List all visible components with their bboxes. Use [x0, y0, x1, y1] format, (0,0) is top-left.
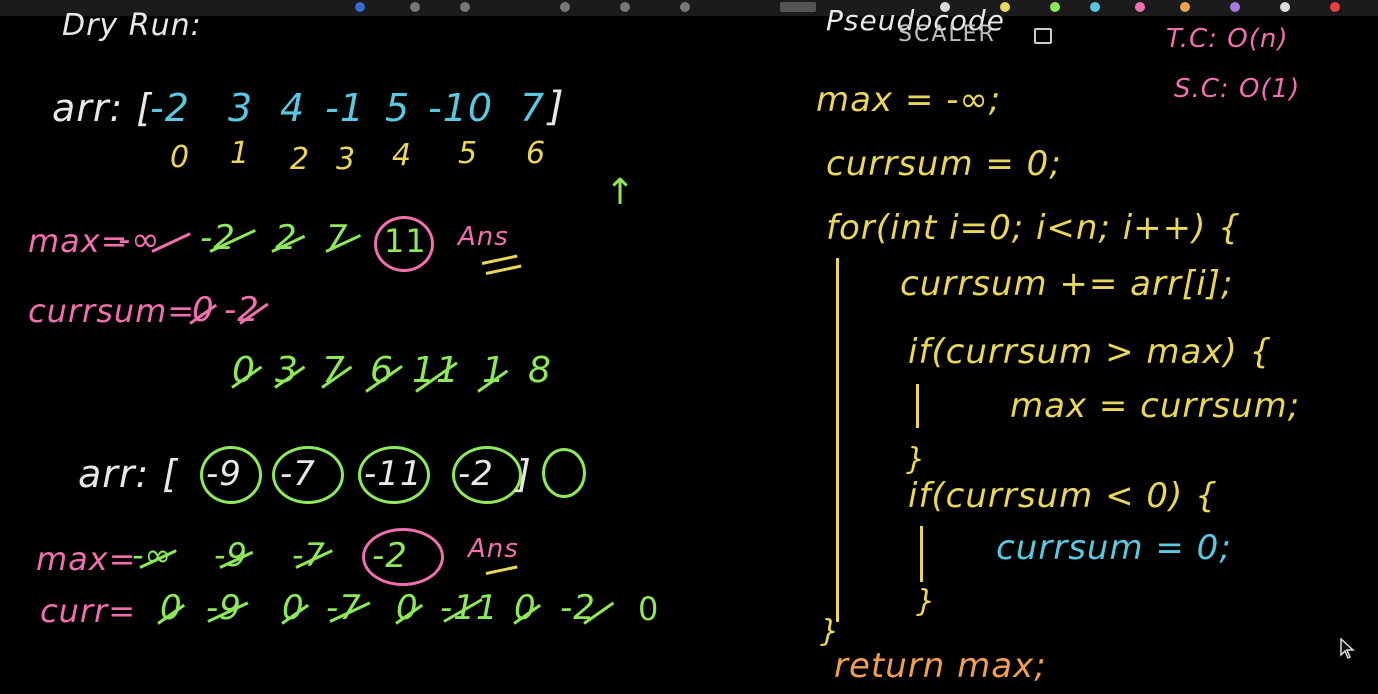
color-swatch-blue[interactable]	[1090, 2, 1100, 12]
arr2-value: -2	[458, 454, 494, 494]
max2-trace: -2	[372, 536, 408, 576]
toolbar-icon[interactable]	[560, 2, 570, 12]
color-swatch-purple[interactable]	[1230, 2, 1240, 12]
arr2-value: -11	[364, 454, 423, 494]
color-swatch-white2[interactable]	[1280, 2, 1290, 12]
code-line-5: if(currsum > max) {	[908, 332, 1273, 372]
arr1-value: -10	[428, 86, 494, 130]
currsum-row2: 8	[528, 350, 552, 391]
answer-label: Ans	[458, 222, 509, 252]
code-line-11: }	[820, 614, 841, 649]
max-trace: -2	[200, 218, 236, 258]
up-arrow-icon: ↑	[605, 172, 637, 213]
code-line-10: }	[916, 584, 937, 619]
watermark: SCALER	[898, 22, 996, 47]
max-trace: 11	[384, 222, 427, 260]
code-line-6: max = currsum;	[1010, 386, 1301, 426]
top-toolbar	[0, 0, 1378, 16]
toolbar-icon[interactable]	[620, 2, 630, 12]
index: 4	[392, 138, 413, 173]
arr1-value: 7	[520, 86, 546, 130]
mouse-cursor-icon	[1340, 638, 1355, 660]
if-block-line	[916, 384, 919, 428]
index: 3	[336, 142, 357, 177]
index: 1	[230, 136, 251, 171]
color-swatch-orange[interactable]	[1180, 2, 1190, 12]
max-trace: -∞	[118, 220, 161, 260]
arr1-value: -1	[325, 86, 365, 130]
arr1-value: 4	[280, 86, 306, 130]
color-swatch-pink[interactable]	[1135, 2, 1145, 12]
arr1-value: 5	[385, 86, 411, 130]
code-line-9: currsum = 0;	[996, 528, 1232, 568]
arr2-close: ]	[516, 452, 532, 496]
index: 2	[290, 142, 311, 177]
arr2-value: -9	[206, 454, 242, 494]
toolbar-icon[interactable]	[355, 2, 365, 12]
max2-label: max=	[36, 540, 137, 578]
max-trace: 2	[275, 218, 298, 258]
arr1-close: ]	[548, 84, 565, 130]
arr1-label: arr: [	[52, 86, 153, 130]
currsum-row2: 11	[412, 350, 460, 391]
index: 6	[526, 136, 547, 171]
toolbar-icon[interactable]	[460, 2, 470, 12]
code-line-3: for(int i=0; i<n; i++) {	[826, 208, 1241, 248]
code-line-4: currsum += arr[i];	[900, 264, 1234, 304]
space-complexity: S.C: O(1)	[1174, 74, 1301, 104]
toolbar-icon[interactable]	[780, 2, 816, 12]
code-line-2: currsum = 0;	[826, 144, 1062, 184]
code-line-12: return max;	[834, 646, 1047, 686]
curr2-trace: 0	[638, 590, 660, 628]
color-swatch-green[interactable]	[1050, 2, 1060, 12]
index: 5	[458, 136, 479, 171]
toolbar-icon[interactable]	[410, 2, 420, 12]
arr1-value: 3	[228, 86, 254, 130]
max-trace: 7	[326, 218, 349, 258]
index: 0	[170, 140, 191, 175]
curr2-trace: -2	[560, 588, 596, 628]
ans-underline	[485, 264, 522, 275]
max-label: max=	[28, 222, 129, 260]
arr2-value: -7	[280, 454, 316, 494]
code-line-8: if(currsum < 0) {	[908, 476, 1218, 516]
ans-underline	[481, 254, 518, 265]
strike-mark	[485, 565, 518, 575]
dry-run-heading: Dry Run:	[62, 8, 202, 43]
for-block-line	[836, 258, 839, 622]
curr2-label: curr=	[40, 592, 136, 630]
currsum-label: currsum=	[28, 292, 196, 330]
toolbar-icon[interactable]	[680, 2, 690, 12]
code-line-7: }	[906, 442, 927, 477]
watermark-logo-icon	[1034, 28, 1052, 44]
arr1-value: -2	[150, 86, 190, 130]
color-swatch-red[interactable]	[1330, 2, 1340, 12]
time-complexity: T.C: O(n)	[1166, 24, 1289, 54]
arr2-label: arr: [	[78, 452, 179, 496]
if-block-line	[920, 526, 923, 582]
answer-label: Ans	[468, 534, 519, 564]
code-line-1: max = -∞;	[816, 80, 1002, 120]
